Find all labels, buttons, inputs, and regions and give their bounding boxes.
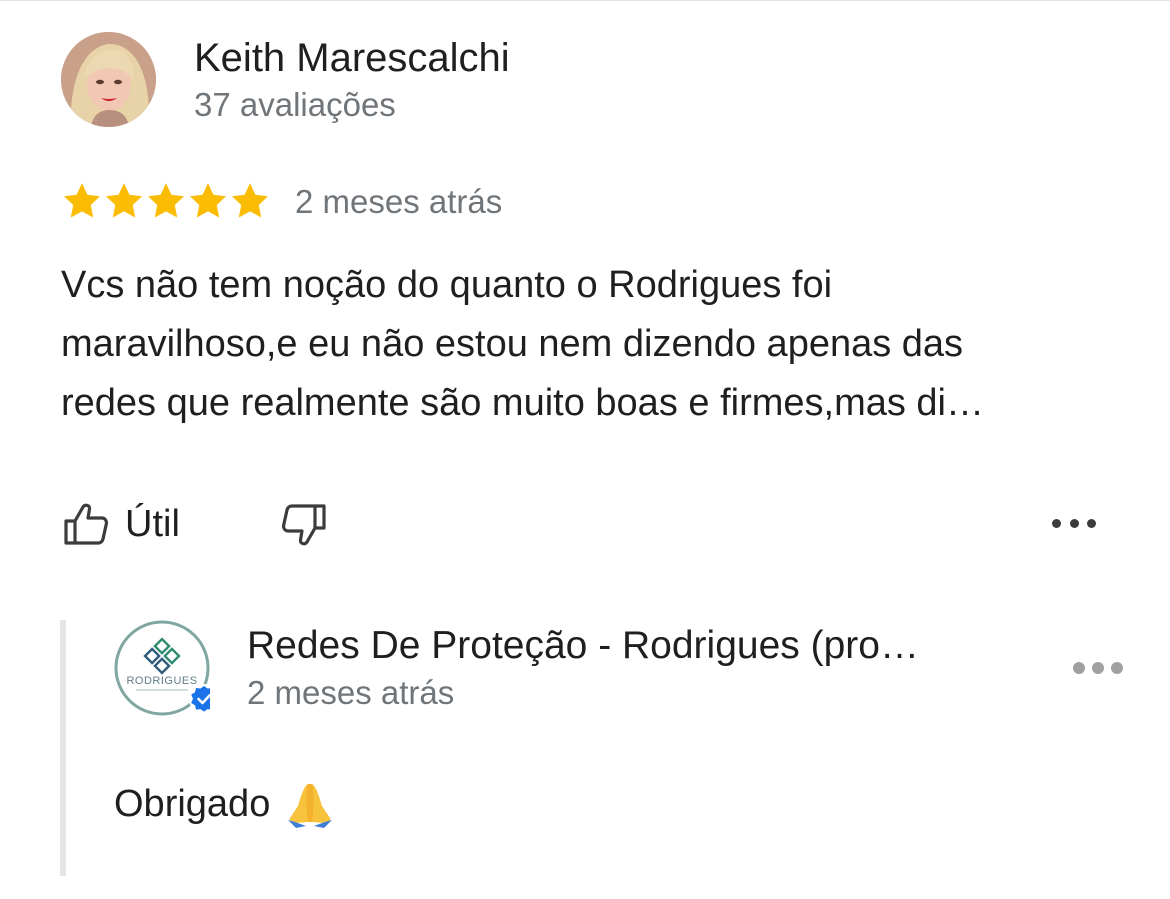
reply-more-options-button[interactable] (1073, 652, 1123, 684)
reply-indent-bar (60, 620, 66, 876)
more-horizontal-icon (1073, 662, 1085, 674)
owner-name[interactable]: Redes De Proteção - Rodrigues (pro… (247, 622, 919, 670)
reviewer-avatar[interactable] (61, 32, 156, 127)
thumbs-up-icon (64, 503, 109, 545)
more-horizontal-icon (1052, 518, 1061, 528)
star-icon (147, 183, 185, 218)
not-helpful-button[interactable] (274, 498, 328, 554)
owner-reply-date: 2 meses atrás (247, 674, 455, 711)
helpful-label: Útil (125, 503, 180, 545)
star-icon (63, 183, 101, 218)
thumbs-down-icon (281, 504, 326, 546)
folded-hands-icon (288, 784, 333, 828)
star-rating (61, 180, 271, 224)
helpful-button[interactable]: Útil (61, 496, 180, 552)
star-icon (105, 183, 143, 218)
owner-logo-text: RODRIGUES (126, 675, 197, 687)
reviewer-review-count: 37 avaliações (194, 86, 396, 123)
divider (0, 0, 1170, 1)
star-icon (189, 183, 227, 218)
review-card: Keith Marescalchi 37 avaliações 2 meses … (0, 0, 1170, 899)
review-text-line: maravilhoso,e eu não estou nem dizendo a… (61, 323, 964, 365)
review-date: 2 meses atrás (295, 183, 503, 220)
review-text-line: redes que realmente são muito boas e fir… (61, 382, 984, 424)
review-text-line: Vcs não tem noção do quanto o Rodrigues … (61, 264, 833, 306)
owner-avatar[interactable]: RODRIGUES (114, 620, 219, 716)
more-options-button[interactable] (1052, 506, 1096, 540)
star-icon (231, 183, 269, 218)
review-text[interactable]: Vcs não tem noção do quanto o Rodrigues … (61, 256, 1131, 433)
reviewer-name[interactable]: Keith Marescalchi (194, 34, 510, 82)
owner-reply-message: Obrigado (114, 783, 271, 825)
owner-reply-text: Obrigado (114, 778, 336, 830)
